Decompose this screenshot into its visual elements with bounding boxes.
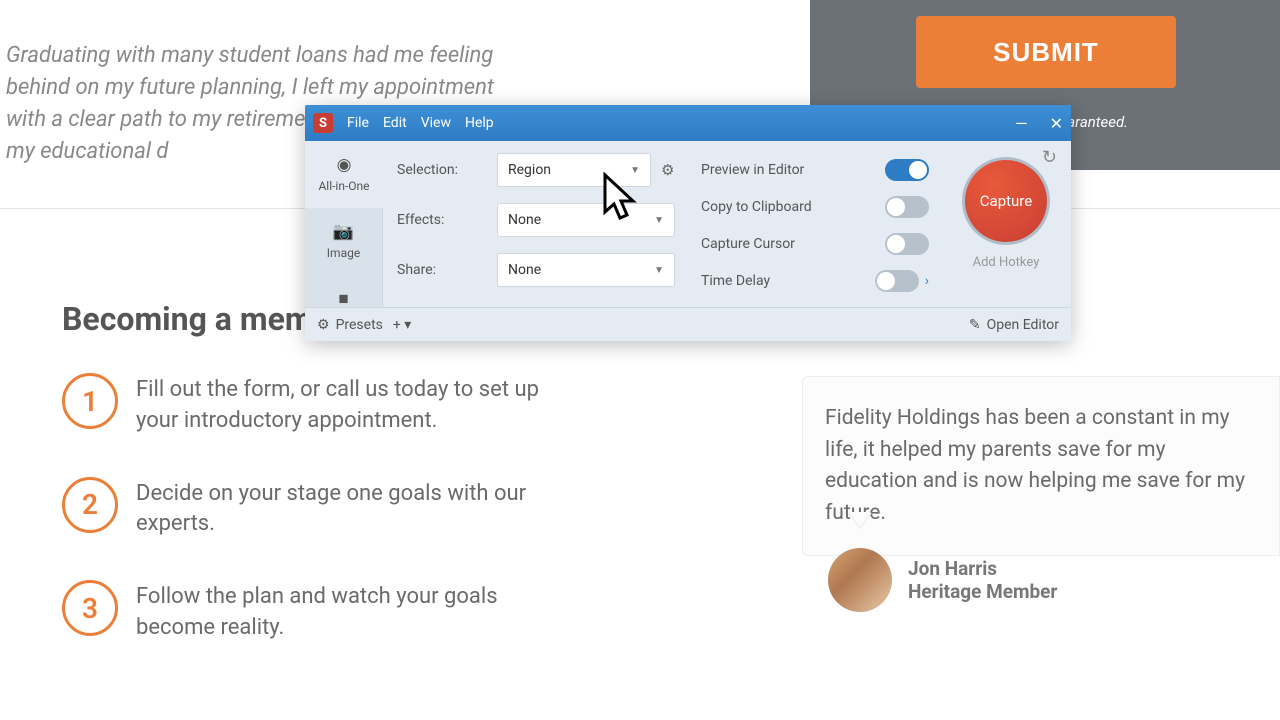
selection-dropdown[interactable]: Region ▼ [497, 153, 651, 187]
step-text: Follow the plan and watch your goals bec… [136, 580, 582, 644]
testimonial-author: Jon Harris Heritage Member [828, 548, 1057, 612]
toggle-label: Preview in Editor [701, 162, 804, 178]
effects-row: Effects: None ▼ [397, 203, 683, 237]
step-item: 1 Fill out the form, or call us today to… [62, 373, 582, 437]
presets-button[interactable]: ⚙ Presets [317, 317, 383, 333]
toggle-label: Copy to Clipboard [701, 199, 812, 215]
chevron-down-icon: ▼ [630, 165, 640, 176]
video-icon: ■ [338, 289, 348, 309]
menu-help[interactable]: Help [465, 115, 494, 131]
step-item: 2 Decide on your stage one goals with ou… [62, 477, 582, 541]
effects-dropdown[interactable]: None ▼ [497, 203, 675, 237]
avatar [828, 548, 892, 612]
mode-label: Image [327, 246, 360, 260]
step-number-3: 3 [62, 580, 118, 636]
menu-edit[interactable]: Edit [383, 115, 407, 131]
open-editor-button[interactable]: ✎ Open Editor [969, 317, 1059, 333]
step-number-1: 1 [62, 373, 118, 429]
steps-list: 1 Fill out the form, or call us today to… [62, 373, 582, 684]
toggle-switch[interactable] [885, 196, 929, 218]
open-editor-label: Open Editor [987, 317, 1059, 333]
capture-button[interactable]: Capture [962, 157, 1050, 245]
testimonial-card: Fidelity Holdings has been a constant in… [802, 376, 1280, 556]
refresh-icon[interactable]: ↻ [1042, 147, 1057, 168]
gear-icon[interactable]: ⚙ [661, 161, 683, 179]
menu-file[interactable]: File [347, 115, 369, 131]
toggle-time-delay: Time Delay › [701, 262, 941, 299]
toggle-label: Time Delay [701, 273, 770, 289]
toggle-copy-clipboard: Copy to Clipboard [701, 188, 941, 225]
author-name: Jon Harris [908, 557, 1057, 580]
share-row: Share: None ▼ [397, 253, 683, 287]
dropdown-value: Region [508, 162, 551, 178]
effects-label: Effects: [397, 212, 487, 228]
presets-label: Presets [336, 317, 383, 333]
chevron-right-icon[interactable]: › [925, 273, 929, 289]
mode-all-in-one[interactable]: ◉ All-in-One [305, 141, 383, 208]
chevron-down-icon: ▼ [654, 215, 664, 226]
author-role: Heritage Member [908, 580, 1057, 603]
speech-bubble-pointer [848, 513, 872, 529]
selection-label: Selection: [397, 162, 487, 178]
toggle-preview-editor: Preview in Editor [701, 151, 941, 188]
toggle-switch[interactable] [885, 233, 929, 255]
snagit-window: S File Edit View Help — ✕ ◉ All-in-One 📷… [305, 105, 1071, 341]
window-controls: — ✕ [1015, 114, 1063, 133]
step-item: 3 Follow the plan and watch your goals b… [62, 580, 582, 644]
testimonial-quote: Fidelity Holdings has been a constant in… [825, 403, 1255, 529]
toggle-switch[interactable] [875, 270, 919, 292]
guaranteed-text: aranteed. [1067, 113, 1128, 131]
chevron-down-icon: ▼ [654, 265, 664, 276]
section-heading: Becoming a mem [62, 300, 313, 338]
selection-row: Selection: Region ▼ ⚙ [397, 153, 683, 187]
toggle-capture-cursor: Capture Cursor [701, 225, 941, 262]
add-hotkey-link[interactable]: Add Hotkey [973, 255, 1040, 270]
mode-label: All-in-One [318, 179, 369, 193]
camera-icon: 📷 [333, 222, 354, 242]
mode-image[interactable]: 📷 Image [305, 208, 383, 275]
target-icon: ◉ [337, 155, 352, 175]
step-number-2: 2 [62, 477, 118, 533]
step-text: Fill out the form, or call us today to s… [136, 373, 582, 437]
minimize-icon[interactable]: — [1015, 114, 1028, 133]
gear-icon: ⚙ [317, 317, 330, 333]
footer-bar: ⚙ Presets + ▾ ✎ Open Editor [305, 307, 1071, 341]
step-text: Decide on your stage one goals with our … [136, 477, 582, 541]
share-dropdown[interactable]: None ▼ [497, 253, 675, 287]
dropdown-value: None [508, 262, 541, 278]
edit-icon: ✎ [969, 317, 981, 333]
close-icon[interactable]: ✕ [1050, 114, 1063, 133]
titlebar[interactable]: S File Edit View Help — ✕ [305, 105, 1071, 141]
app-icon: S [313, 113, 333, 133]
toggle-switch[interactable] [885, 159, 929, 181]
add-preset-button[interactable]: + ▾ [393, 317, 411, 333]
submit-button[interactable]: SUBMIT [916, 16, 1176, 88]
toggle-label: Capture Cursor [701, 236, 795, 252]
menu-view[interactable]: View [421, 115, 451, 131]
dropdown-value: None [508, 212, 541, 228]
share-label: Share: [397, 262, 487, 278]
